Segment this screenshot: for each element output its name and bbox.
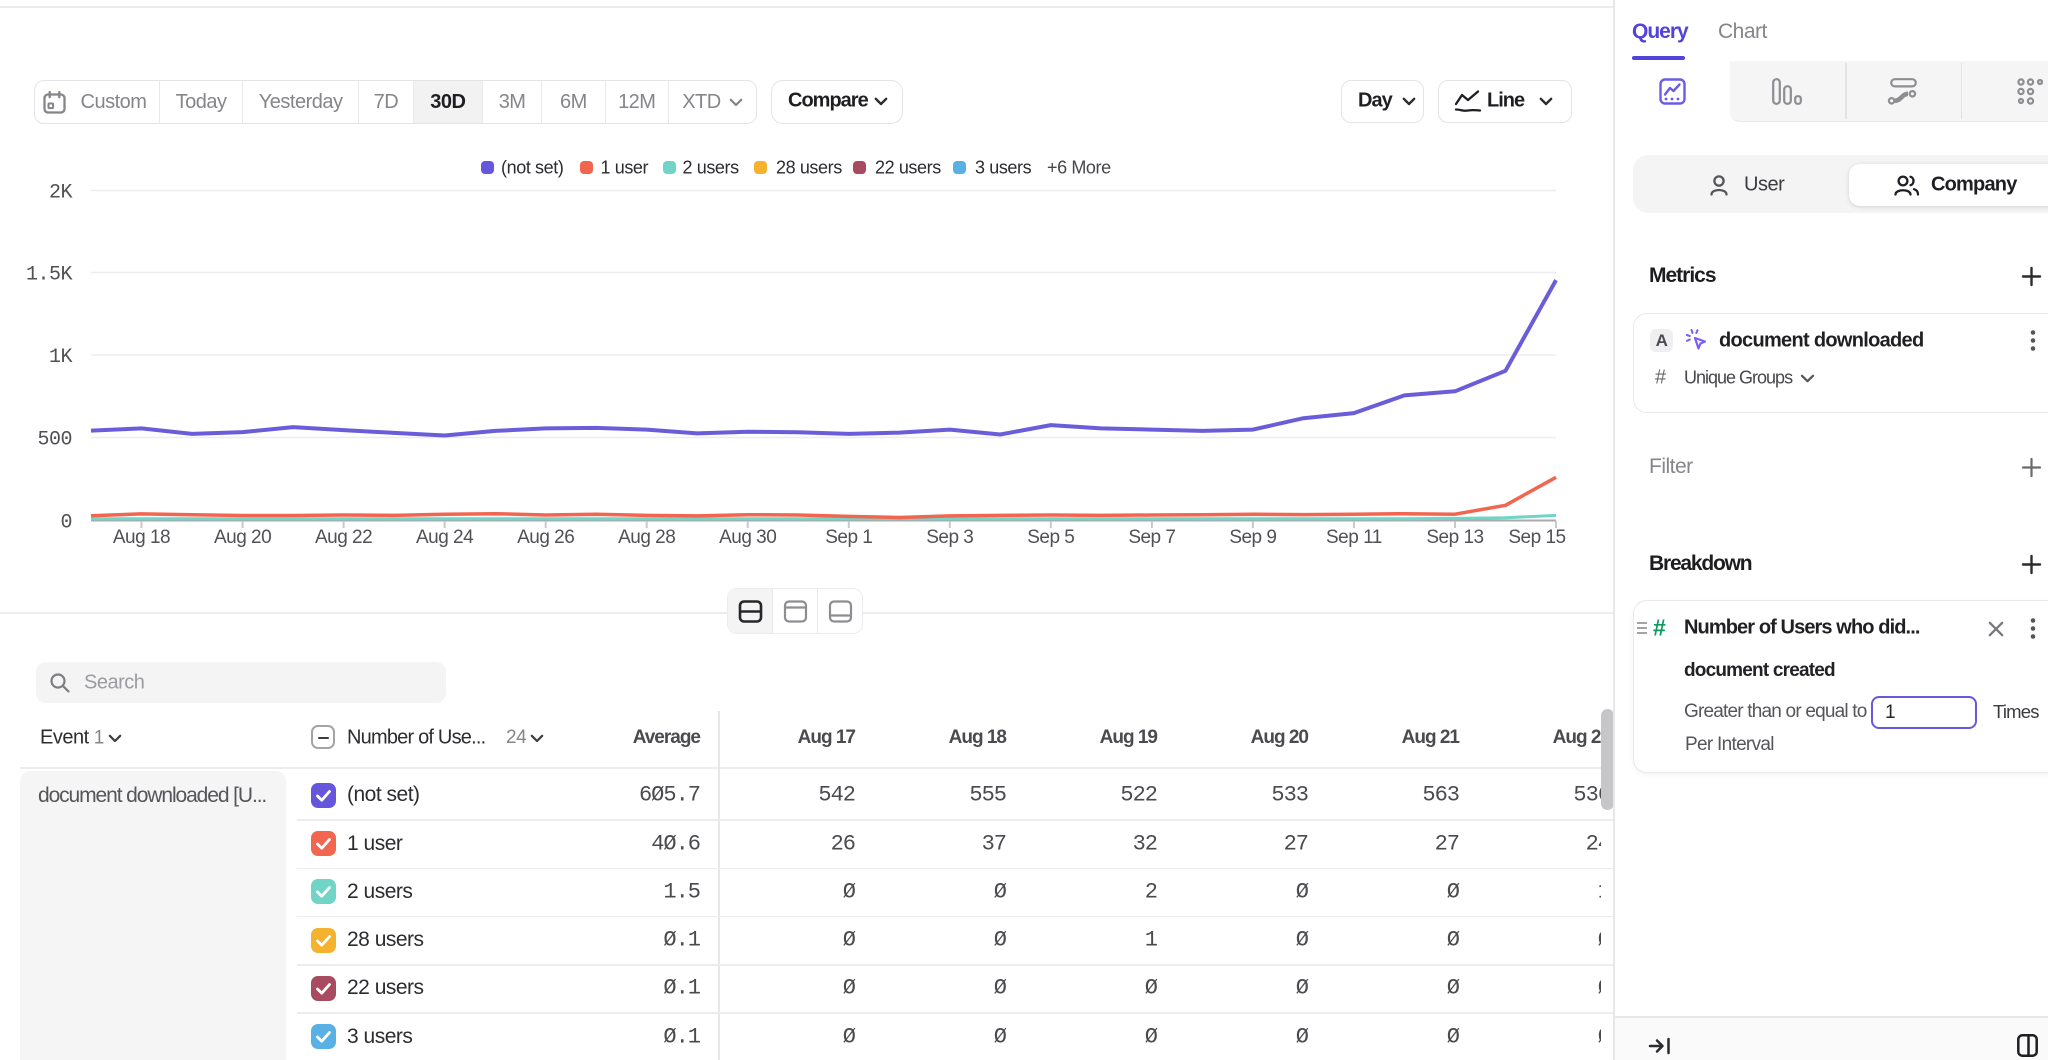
svg-text:0: 0 [60,512,72,535]
svg-text:1K: 1K [49,346,73,369]
svg-text:Aug 26: Aug 26 [517,527,574,548]
svg-text:Sep 11: Sep 11 [1326,527,1382,548]
svg-text:Aug 28: Aug 28 [618,527,675,548]
svg-text:2K: 2K [49,182,73,205]
svg-text:Aug 24: Aug 24 [416,527,474,548]
svg-text:Aug 30: Aug 30 [719,527,776,548]
svg-text:1.5K: 1.5K [26,264,73,287]
svg-text:Sep 5: Sep 5 [1027,527,1074,548]
svg-text:Aug 22: Aug 22 [315,527,372,548]
svg-text:Aug 20: Aug 20 [214,527,271,548]
svg-text:Sep 7: Sep 7 [1128,527,1175,548]
svg-text:Sep 15: Sep 15 [1508,527,1565,548]
svg-text:500: 500 [37,429,72,452]
svg-text:Sep 9: Sep 9 [1229,527,1276,548]
svg-text:Sep 1: Sep 1 [825,527,872,548]
svg-text:Sep 13: Sep 13 [1426,527,1483,548]
svg-text:Aug 18: Aug 18 [113,527,170,548]
svg-text:Sep 3: Sep 3 [926,527,973,548]
